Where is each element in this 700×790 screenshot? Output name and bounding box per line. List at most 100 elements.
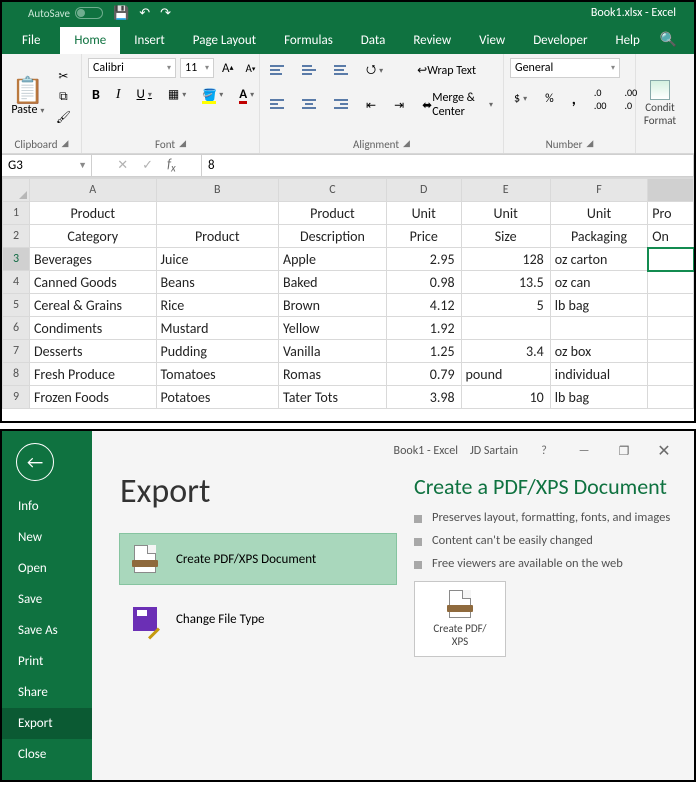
tab-page-layout[interactable]: Page Layout (179, 27, 270, 54)
cell[interactable]: 10 (461, 386, 550, 409)
cell[interactable]: 4.12 (386, 294, 461, 317)
merge-center-button[interactable]: ⬌ Merge & Center (418, 89, 497, 121)
restore-icon[interactable]: ❐ (610, 444, 638, 459)
help-icon[interactable]: ? (530, 444, 558, 458)
number-dialog-launcher-icon[interactable]: ◢ (586, 138, 593, 151)
col-header-e[interactable]: E (461, 179, 550, 202)
cell[interactable] (648, 294, 694, 317)
cell[interactable]: Desserts (29, 340, 156, 363)
cell[interactable]: lb bag (550, 294, 648, 317)
format-painter-icon[interactable]: 🖌 (52, 108, 75, 127)
cell[interactable]: pound (461, 363, 550, 386)
backstage-nav-save[interactable]: Save (2, 584, 92, 615)
cell[interactable]: Price (386, 225, 461, 248)
cell[interactable]: Size (461, 225, 550, 248)
cell[interactable]: 0.79 (386, 363, 461, 386)
name-box[interactable]: G3▼ (2, 154, 92, 177)
cell[interactable]: Yellow (278, 317, 386, 340)
cell[interactable]: Pro (648, 202, 694, 225)
cell[interactable]: Canned Goods (29, 271, 156, 294)
select-all-corner[interactable] (3, 179, 30, 202)
align-middle-icon[interactable] (298, 63, 320, 79)
col-header-c[interactable]: C (278, 179, 386, 202)
autosave-switch-icon[interactable] (75, 7, 103, 19)
comma-format-icon[interactable]: , (568, 88, 580, 111)
cell[interactable]: Product (278, 202, 386, 225)
export-option-change-type[interactable]: Change File Type (120, 594, 396, 644)
col-header-g[interactable] (648, 179, 694, 202)
shrink-font-icon[interactable]: A▾ (242, 60, 260, 77)
number-format-combo[interactable]: General▾ (510, 58, 620, 78)
cell[interactable]: Vanilla (278, 340, 386, 363)
increase-indent-icon[interactable]: ⇥ (390, 96, 408, 115)
cell[interactable]: individual (550, 363, 648, 386)
redo-icon[interactable]: ↷ (160, 6, 171, 21)
cell[interactable]: 1.25 (386, 340, 461, 363)
autosave-toggle[interactable]: AutoSave (28, 7, 103, 20)
backstage-nav-print[interactable]: Print (2, 646, 92, 677)
backstage-nav-close[interactable]: Close (2, 739, 92, 770)
tab-home[interactable]: Home (60, 27, 120, 54)
insert-function-icon[interactable]: fx (167, 157, 176, 175)
cell[interactable]: 3.4 (461, 340, 550, 363)
cell[interactable]: Pudding (156, 340, 278, 363)
borders-icon[interactable]: ▦ (164, 85, 190, 104)
cell[interactable]: Condiments (29, 317, 156, 340)
cell[interactable]: 2.95 (386, 248, 461, 271)
font-color-icon[interactable]: A (235, 85, 258, 104)
col-header-a[interactable]: A (29, 179, 156, 202)
cell[interactable] (156, 202, 278, 225)
grow-font-icon[interactable]: A▴ (218, 59, 238, 78)
tab-developer[interactable]: Developer (519, 27, 601, 54)
cell[interactable] (648, 363, 694, 386)
cell[interactable]: Frozen Foods (29, 386, 156, 409)
cell[interactable]: 3.98 (386, 386, 461, 409)
enter-formula-icon[interactable]: ✓ (142, 158, 153, 173)
tab-data[interactable]: Data (347, 27, 400, 54)
cell[interactable]: 1.92 (386, 317, 461, 340)
cell[interactable]: Brown (278, 294, 386, 317)
font-name-combo[interactable]: Calibri▾ (88, 58, 176, 78)
cell[interactable]: lb bag (550, 386, 648, 409)
cell[interactable]: Fresh Produce (29, 363, 156, 386)
tab-formulas[interactable]: Formulas (270, 27, 347, 54)
col-header-d[interactable]: D (386, 179, 461, 202)
export-option-pdfxps[interactable]: Create PDF/XPS Document (120, 534, 396, 584)
tab-file[interactable]: File (2, 27, 60, 54)
paste-button[interactable]: 📋 Paste (8, 77, 48, 117)
increase-decimal-icon[interactable]: .0.00 (590, 84, 611, 114)
align-top-icon[interactable] (266, 63, 288, 79)
cancel-formula-icon[interactable]: ✕ (117, 158, 128, 173)
undo-icon[interactable]: ↶ (139, 6, 150, 21)
back-button[interactable]: ← (16, 443, 54, 481)
accounting-format-icon[interactable]: $ (510, 90, 531, 108)
cell[interactable]: oz can (550, 271, 648, 294)
cell[interactable]: Description (278, 225, 386, 248)
cell[interactable]: 5 (461, 294, 550, 317)
cell[interactable] (648, 248, 694, 271)
row-header[interactable]: 8 (3, 363, 30, 386)
bold-button[interactable]: B (88, 84, 104, 105)
backstage-nav-info[interactable]: Info (2, 491, 92, 522)
cell[interactable]: Category (29, 225, 156, 248)
cell[interactable]: Unit (461, 202, 550, 225)
row-header[interactable]: 4 (3, 271, 30, 294)
cell[interactable]: Product (29, 202, 156, 225)
backstage-nav-share[interactable]: Share (2, 677, 92, 708)
row-header[interactable]: 3 (3, 248, 30, 271)
font-dialog-launcher-icon[interactable]: ◢ (179, 138, 186, 151)
cell[interactable]: Packaging (550, 225, 648, 248)
minimize-icon[interactable]: — (570, 444, 598, 458)
tab-view[interactable]: View (465, 27, 519, 54)
orientation-icon[interactable]: ⭯ (362, 58, 387, 83)
cell[interactable]: oz box (550, 340, 648, 363)
cell[interactable]: Unit (386, 202, 461, 225)
tab-review[interactable]: Review (399, 27, 465, 54)
cell[interactable]: Rice (156, 294, 278, 317)
worksheet-grid[interactable]: A B C D E F 1 Product Product Unit Unit … (2, 178, 694, 409)
align-left-icon[interactable] (266, 97, 288, 113)
cell[interactable]: 128 (461, 248, 550, 271)
clipboard-dialog-launcher-icon[interactable]: ◢ (62, 138, 69, 151)
copy-icon[interactable]: ⧉ (52, 88, 75, 106)
col-header-b[interactable]: B (156, 179, 278, 202)
